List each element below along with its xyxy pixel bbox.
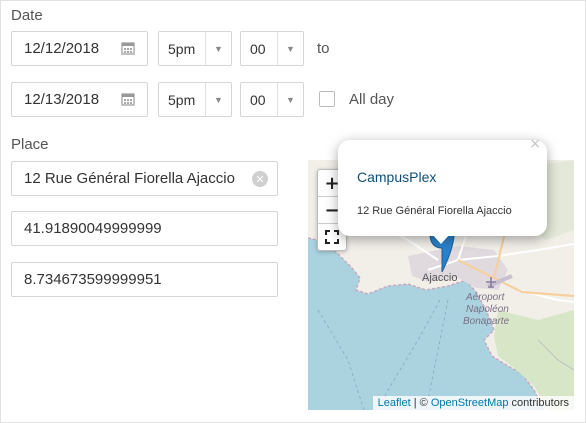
popup-close-icon[interactable]: × (529, 136, 541, 152)
longitude-value: 8.734673599999951 (24, 271, 162, 288)
start-minute-value: 00 (250, 41, 266, 57)
map-popup: × CampusPlex 12 Rue Général Fiorella Aja… (338, 136, 547, 244)
address-value: 12 Rue Général Fiorella Ajaccio (24, 170, 235, 187)
map-airport-label-1: Aéroport (466, 292, 505, 303)
start-minute-select[interactable]: 00 ▼ (240, 31, 304, 66)
map-city-label: Ajaccio (422, 272, 458, 284)
end-hour-value: 5pm (168, 92, 196, 108)
address-input[interactable]: 12 Rue Général Fiorella Ajaccio ✕ (11, 161, 278, 196)
leaflet-link[interactable]: Leaflet (378, 397, 411, 409)
chevron-down-icon: ▼ (205, 83, 231, 116)
map-airport-label-2: Napoléon (466, 304, 509, 315)
all-day-label[interactable]: All day (349, 91, 394, 108)
chevron-down-icon: ▼ (277, 83, 303, 116)
attribution-suffix: contributors (508, 397, 569, 409)
all-day-checkbox[interactable] (319, 91, 335, 107)
calendar-icon[interactable] (121, 92, 135, 106)
place-label: Place (11, 136, 49, 153)
start-date-value: 12/12/2018 (24, 40, 100, 57)
end-date-input[interactable]: 12/13/2018 (11, 82, 148, 117)
start-hour-select[interactable]: 5pm ▼ (158, 31, 232, 66)
latitude-input[interactable]: 41.91890049999999 (11, 211, 278, 246)
clear-circle-icon[interactable]: ✕ (252, 171, 268, 187)
end-minute-value: 00 (250, 92, 266, 108)
popup-address: 12 Rue Général Fiorella Ajaccio (357, 205, 512, 217)
popup-tip (432, 234, 450, 244)
calendar-icon[interactable] (121, 41, 135, 55)
end-hour-select[interactable]: 5pm ▼ (158, 82, 232, 117)
end-date-value: 12/13/2018 (24, 91, 100, 108)
to-label: to (317, 40, 330, 57)
fullscreen-icon (325, 230, 339, 244)
start-date-input[interactable]: 12/12/2018 (11, 31, 148, 66)
popup-title: CampusPlex (357, 169, 437, 185)
map-attribution: Leaflet | © OpenStreetMap contributors (372, 396, 574, 410)
start-hour-value: 5pm (168, 41, 196, 57)
map-airport-label-3: Bonaparte (463, 316, 510, 327)
chevron-down-icon: ▼ (277, 32, 303, 65)
end-minute-select[interactable]: 00 ▼ (240, 82, 304, 117)
date-label: Date (11, 7, 43, 24)
chevron-down-icon: ▼ (205, 32, 231, 65)
latitude-value: 41.91890049999999 (24, 220, 162, 237)
attribution-separator: | © (410, 397, 431, 409)
longitude-input[interactable]: 8.734673599999951 (11, 262, 278, 297)
osm-link[interactable]: OpenStreetMap (431, 397, 509, 409)
